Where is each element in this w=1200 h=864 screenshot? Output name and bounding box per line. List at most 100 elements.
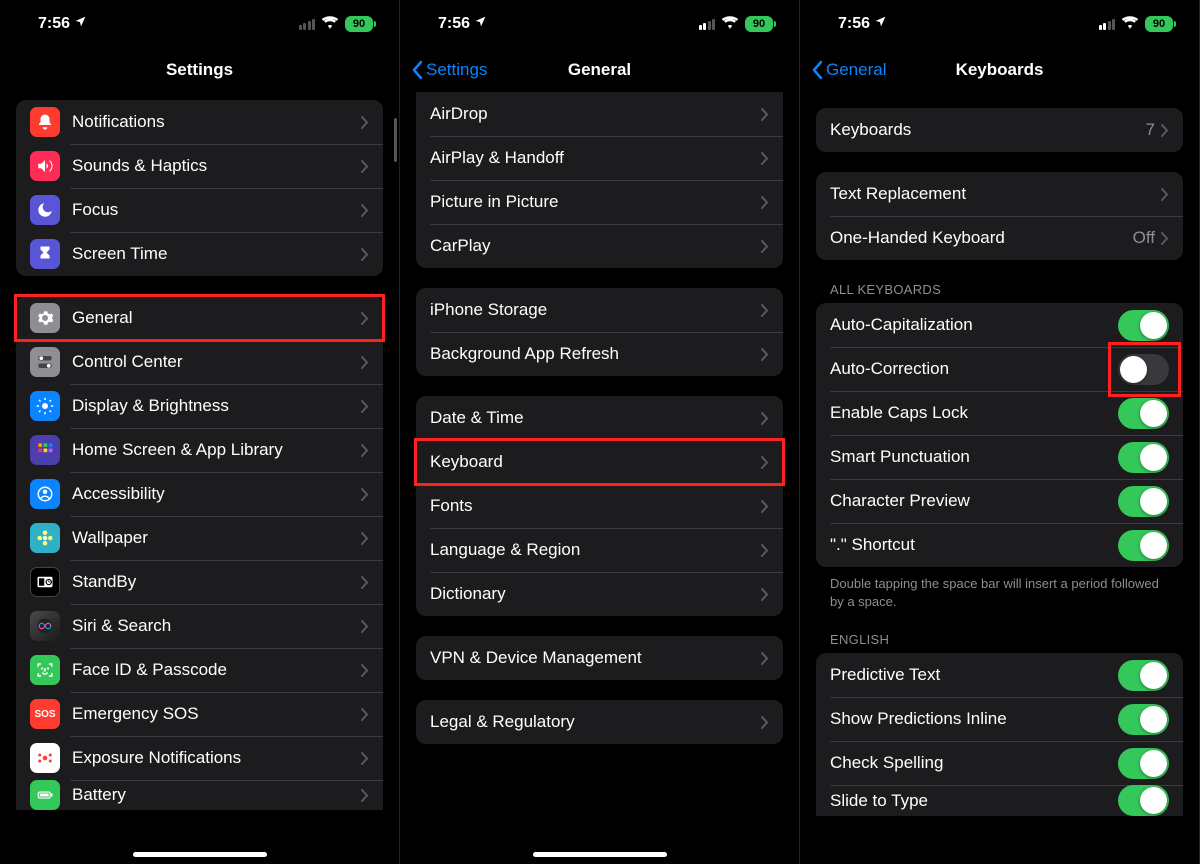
row-textreplace[interactable]: Text Replacement [816,172,1183,216]
nav-bar: General Keyboards [800,48,1199,92]
row-label: Slide to Type [830,791,1118,811]
chevron-right-icon [761,108,769,121]
chevron-right-icon [361,204,369,217]
chevron-right-icon [361,312,369,325]
toggle-switch[interactable] [1118,310,1169,341]
moon-icon [30,195,60,225]
back-label: Settings [426,60,487,80]
battery-icon [30,780,60,810]
row-airdrop[interactable]: AirDrop [416,92,783,136]
row-keyboard[interactable]: Keyboard [416,440,783,484]
row-bgrefresh[interactable]: Background App Refresh [416,332,783,376]
row-battery[interactable]: Battery [16,780,383,810]
chevron-right-icon [361,400,369,413]
cellular-icon [299,19,316,30]
row-fonts[interactable]: Fonts [416,484,783,528]
row-siri[interactable]: Siri & Search [16,604,383,648]
row-display[interactable]: Display & Brightness [16,384,383,428]
row-controlcenter[interactable]: Control Center [16,340,383,384]
home-indicator[interactable] [533,852,667,857]
back-button[interactable]: General [810,60,886,80]
toggle-switch[interactable] [1118,442,1169,473]
row-langregion[interactable]: Language & Region [416,528,783,572]
row-faceid[interactable]: Face ID & Passcode [16,648,383,692]
row-exposure[interactable]: Exposure Notifications [16,736,383,780]
row-label: General [72,308,361,328]
row-label: Show Predictions Inline [830,709,1118,729]
status-time: 7:56 [838,15,870,33]
row-focus[interactable]: Focus [16,188,383,232]
chevron-right-icon [761,412,769,425]
siri-icon [30,611,60,641]
row-general[interactable]: General [16,296,383,340]
status-time: 7:56 [438,15,470,33]
clock-icon [30,567,60,597]
row-notifications[interactable]: Notifications [16,100,383,144]
row-label: AirPlay & Handoff [430,148,761,168]
row-showpred: Show Predictions Inline [816,697,1183,741]
row-vpn[interactable]: VPN & Device Management [416,636,783,680]
toggle-switch[interactable] [1118,785,1169,816]
row-carplay[interactable]: CarPlay [416,224,783,268]
chevron-right-icon [761,652,769,665]
row-accessibility[interactable]: Accessibility [16,472,383,516]
row-datetime[interactable]: Date & Time [416,396,783,440]
page-title: Settings [0,60,399,80]
row-label: Auto-Correction [830,359,1118,379]
row-onehanded[interactable]: One-Handed KeyboardOff [816,216,1183,260]
wifi-icon [721,15,739,34]
toggle-switch[interactable] [1118,398,1169,429]
chevron-right-icon [361,664,369,677]
chevron-right-icon [761,304,769,317]
row-value: 7 [1146,120,1155,140]
chevron-right-icon [361,532,369,545]
sos-icon: SOS [30,699,60,729]
toggle-switch[interactable] [1118,704,1169,735]
phone-general: 7:56 90 Settings General AirDropAirPlay … [400,0,800,864]
row-label: Background App Refresh [430,344,761,364]
section-footer: Double tapping the space bar will insert… [816,567,1183,610]
row-label: Sounds & Haptics [72,156,361,176]
row-dictionary[interactable]: Dictionary [416,572,783,616]
row-screentime[interactable]: Screen Time [16,232,383,276]
row-label: Face ID & Passcode [72,660,361,680]
status-bar: 7:56 90 [400,0,799,48]
row-airplay[interactable]: AirPlay & Handoff [416,136,783,180]
chevron-right-icon [361,708,369,721]
chevron-right-icon [1161,124,1169,137]
row-autocap: Auto-Capitalization [816,303,1183,347]
faceid-icon [30,655,60,685]
chevron-right-icon [761,588,769,601]
chevron-right-icon [761,348,769,361]
toggle-switch[interactable] [1118,486,1169,517]
row-label: Control Center [72,352,361,372]
row-legal[interactable]: Legal & Regulatory [416,700,783,744]
scrollbar[interactable] [394,118,397,162]
row-keyboards[interactable]: Keyboards7 [816,108,1183,152]
back-button[interactable]: Settings [410,60,487,80]
location-icon [474,15,487,33]
row-sounds[interactable]: Sounds & Haptics [16,144,383,188]
row-pip[interactable]: Picture in Picture [416,180,783,224]
row-label: VPN & Device Management [430,648,761,668]
row-label: Exposure Notifications [72,748,361,768]
row-wallpaper[interactable]: Wallpaper [16,516,383,560]
row-homescreen[interactable]: Home Screen & App Library [16,428,383,472]
person-icon [30,479,60,509]
row-label: Home Screen & App Library [72,440,361,460]
row-storage[interactable]: iPhone Storage [416,288,783,332]
row-sos[interactable]: SOSEmergency SOS [16,692,383,736]
toggle-switch[interactable] [1118,660,1169,691]
row-standby[interactable]: StandBy [16,560,383,604]
toggle-switch[interactable] [1118,354,1169,385]
row-label: Keyboards [830,120,1146,140]
chevron-right-icon [361,116,369,129]
toggle-switch[interactable] [1118,748,1169,779]
chevron-right-icon [361,356,369,369]
hourglass-icon [30,239,60,269]
row-label: Enable Caps Lock [830,403,1118,423]
home-indicator[interactable] [133,852,267,857]
toggle-switch[interactable] [1118,530,1169,561]
speaker-icon [30,151,60,181]
chevron-right-icon [761,456,769,469]
